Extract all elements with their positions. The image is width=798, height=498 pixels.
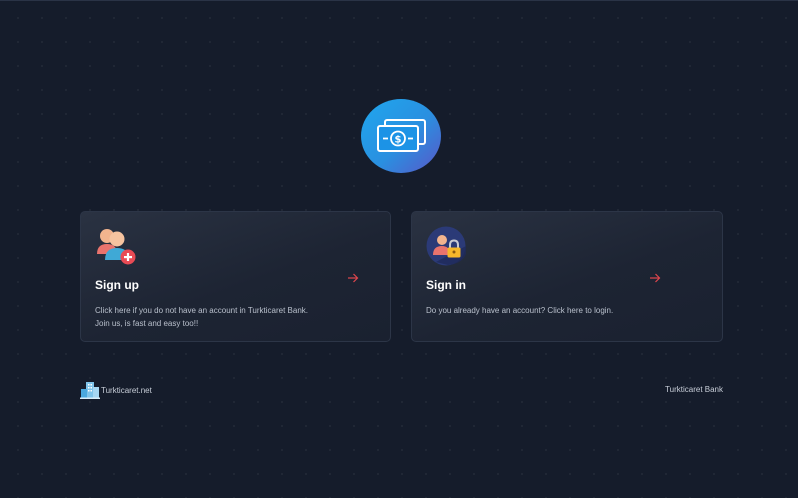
signup-title: Sign up — [95, 278, 139, 292]
signup-card[interactable]: Sign up Click here if you do not have an… — [80, 211, 391, 342]
signup-description-line-2: Join us, is fast and easy too!! — [95, 319, 199, 328]
app-logo: $ — [361, 99, 441, 173]
signup-description: Click here if you do not have an account… — [95, 304, 365, 330]
signin-description: Do you already have an account? Click he… — [426, 304, 696, 317]
footer-brand-link[interactable]: Turkticaret.net — [80, 381, 152, 399]
signin-title: Sign in — [426, 278, 466, 292]
svg-text:$: $ — [395, 135, 402, 146]
signup-description-line-1: Click here if you do not have an account… — [95, 306, 309, 315]
top-border — [0, 0, 798, 1]
signin-card[interactable]: Sign in Do you already have an account? … — [411, 211, 723, 342]
footer-brand-text: Turkticaret.net — [101, 385, 152, 395]
signin-description-line-1: Do you already have an account? Click he… — [426, 306, 614, 315]
arrow-right-icon[interactable] — [347, 272, 359, 284]
user-lock-icon — [426, 226, 466, 266]
footer-bank-name: Turkticaret Bank — [665, 385, 723, 394]
arrow-right-icon[interactable] — [649, 272, 661, 284]
money-bills-icon: $ — [377, 119, 426, 152]
buildings-icon — [80, 382, 100, 399]
users-add-icon — [97, 229, 136, 265]
